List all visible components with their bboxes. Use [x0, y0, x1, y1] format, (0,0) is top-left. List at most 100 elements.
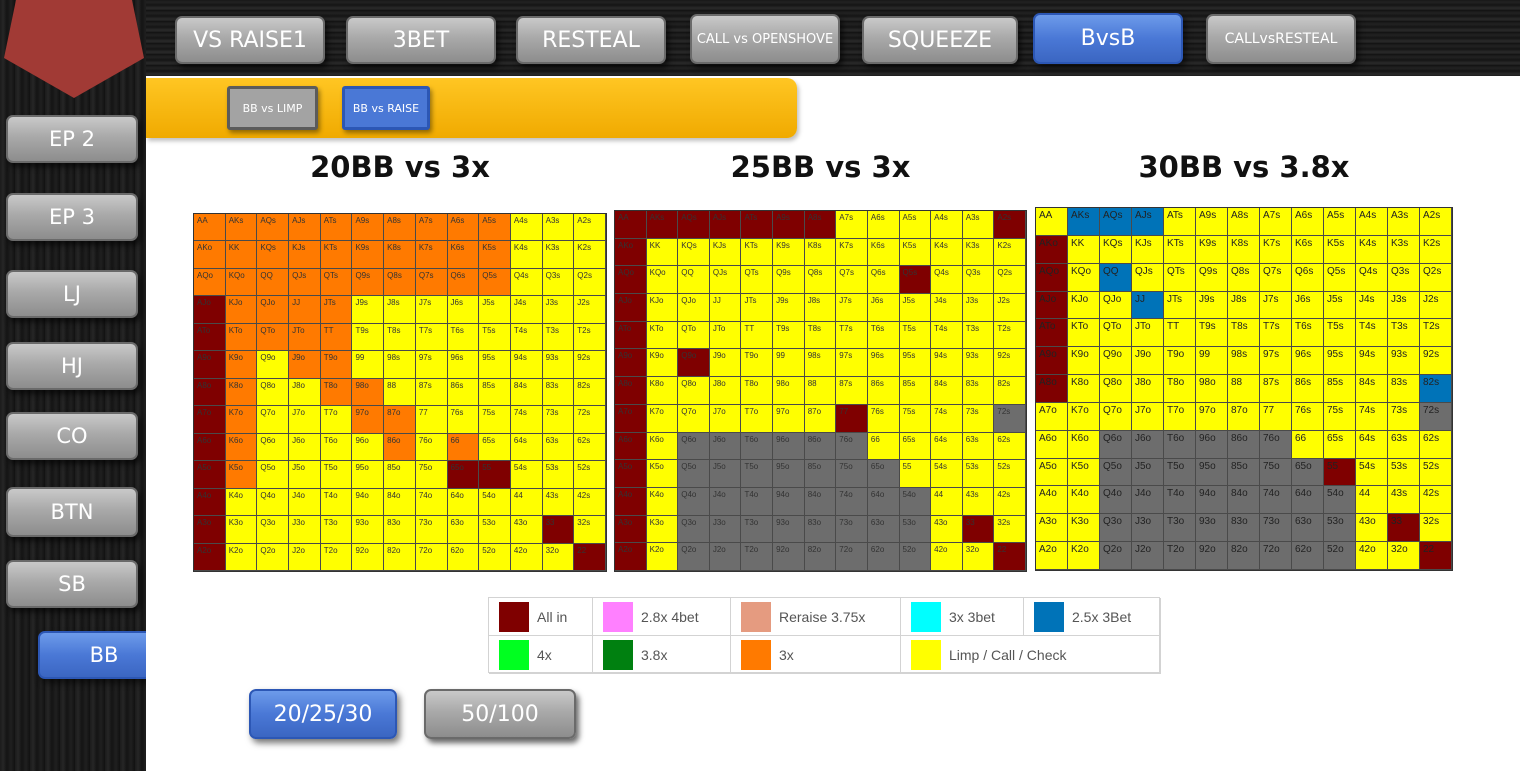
hand-cell: 97s — [1260, 347, 1292, 376]
hand-cell: T2o — [320, 543, 353, 571]
hand-cell: Q4s — [931, 266, 963, 295]
hand-cell: 22 — [1420, 542, 1452, 570]
hand-cell: J6s — [1292, 291, 1324, 320]
hand-cell: AQo — [615, 266, 647, 295]
hand-cell: T9s — [352, 323, 385, 352]
hand-cell: Q5s — [479, 268, 511, 297]
hand-cell: QQ — [678, 266, 710, 295]
hand-cell: 98o — [1196, 375, 1228, 403]
hand-cell: J2o — [709, 543, 742, 571]
subtab-bb-vs-raise[interactable]: BB vs RAISE — [342, 86, 430, 130]
hand-cell: K2o — [225, 543, 258, 571]
hand-cell: 22 — [574, 543, 606, 571]
hand-cell: 54s — [931, 460, 963, 488]
hand-cell: 77 — [415, 406, 448, 434]
hand-cell: J7s — [415, 296, 448, 324]
tab-squeeze[interactable]: SQUEEZE — [862, 16, 1018, 64]
hand-cell: A9o — [1036, 347, 1068, 376]
tab-resteal[interactable]: RESTEAL — [516, 16, 666, 64]
hand-cell: Q8o — [257, 378, 290, 407]
hand-cell: 86s — [1292, 375, 1324, 403]
hand-cell: KQs — [257, 241, 290, 269]
hand-cell: AQs — [678, 211, 710, 239]
hand-cell: T5s — [479, 323, 511, 352]
hand-cell: Q5o — [257, 461, 290, 489]
hand-cell: A4s — [510, 214, 543, 242]
hand-cell: AJo — [194, 296, 226, 324]
hand-cell: AJo — [615, 294, 647, 322]
hand-cell: 74o — [836, 487, 868, 516]
tab-call-vs-openshove[interactable]: CALL vs OPENSHOVE — [690, 14, 840, 64]
stack-50-100-button[interactable]: 50/100 — [424, 689, 576, 739]
hand-cell: Q8o — [1100, 375, 1132, 403]
hand-cell: A8s — [1228, 208, 1260, 236]
hand-cell: 33 — [542, 516, 575, 544]
hand-cell: T4o — [320, 488, 353, 517]
hand-cell: K9o — [646, 349, 679, 378]
hand-cell: 75o — [836, 460, 868, 488]
legend-item-limp-call-check: Limp / Call / Check — [901, 636, 1161, 674]
hand-cell: 94o — [773, 487, 805, 516]
position-sb-button[interactable]: SB — [6, 560, 138, 608]
legend-item-all-in: All in — [489, 598, 593, 636]
position-lj-button[interactable]: LJ — [6, 270, 138, 318]
hand-cell: T4o — [741, 487, 774, 516]
hand-cell: 52s — [574, 461, 606, 489]
hand-cell: 83s — [1388, 375, 1420, 403]
hand-cell: 65s — [899, 432, 932, 461]
hand-cell: KJs — [709, 238, 742, 267]
hand-cell: 63o — [1292, 514, 1324, 543]
hand-cell: 65s — [479, 433, 511, 462]
hand-cell: 53o — [479, 516, 511, 544]
hand-cell: K5s — [899, 238, 932, 267]
hand-cell: 82o — [804, 543, 837, 571]
hand-cell: A5o — [615, 460, 647, 488]
hand-cell: T9o — [741, 349, 774, 378]
hand-cell: T3o — [320, 516, 353, 544]
hand-cell: 96o — [1196, 430, 1228, 459]
tab-vs-raise1[interactable]: VS RAISE1 — [175, 16, 325, 64]
tab-bvsb[interactable]: BvsB — [1033, 13, 1183, 64]
hand-cell: AQo — [1036, 263, 1068, 292]
tab-callvsresteal[interactable]: CALLvsRESTEAL — [1206, 14, 1356, 64]
hand-cell: 75s — [1324, 402, 1356, 431]
hand-cell: A9s — [352, 214, 385, 242]
hand-cell: K8s — [804, 238, 837, 267]
hand-cell: 83o — [804, 515, 837, 544]
legend-swatch — [911, 639, 941, 670]
hand-cell: Q3o — [678, 515, 710, 544]
tab-3bet[interactable]: 3BET — [346, 16, 496, 64]
position-btn-button[interactable]: BTN — [6, 487, 138, 537]
hand-cell: JTs — [320, 296, 353, 324]
hand-cell: T7o — [741, 404, 774, 433]
hand-cell: Q4s — [510, 268, 543, 297]
hand-cell: K6s — [1292, 235, 1324, 264]
hand-cell: 97o — [1196, 402, 1228, 431]
hand-cell: A4s — [931, 211, 963, 239]
legend-item-4bet: 2.8x 4bet — [593, 598, 731, 636]
hand-cell: 87s — [1260, 375, 1292, 403]
hand-cell: QJo — [1100, 291, 1132, 320]
subtab-bb-vs-limp[interactable]: BB vs LIMP — [227, 86, 318, 130]
hand-cell: T5o — [741, 460, 774, 488]
hand-cell: 96s — [867, 349, 900, 378]
position-hj-button[interactable]: HJ — [6, 342, 138, 390]
hand-cell: 63s — [542, 433, 575, 462]
legend-item-2-5x-3bet: 2.5x 3Bet — [1024, 598, 1161, 636]
hand-cell: ATo — [615, 321, 647, 350]
hand-cell: 96s — [447, 351, 480, 379]
hand-cell: J3o — [709, 515, 742, 544]
position-ep3-button[interactable]: EP 3 — [6, 193, 138, 241]
position-ep2-button[interactable]: EP 2 — [6, 115, 138, 163]
hand-cell: K7s — [415, 241, 448, 269]
stack-20-25-30-button[interactable]: 20/25/30 — [249, 689, 397, 739]
hand-cell: AKs — [646, 211, 679, 239]
position-co-button[interactable]: CO — [6, 412, 138, 460]
hand-cell: 83o — [384, 516, 416, 544]
hand-cell: 53o — [1324, 514, 1356, 543]
hand-cell: 85o — [1228, 458, 1260, 487]
hand-cell: AKs — [225, 214, 258, 242]
hand-cell: 76o — [415, 433, 448, 462]
hand-cell: Q9s — [1196, 263, 1228, 292]
hand-cell: J9s — [352, 296, 385, 324]
